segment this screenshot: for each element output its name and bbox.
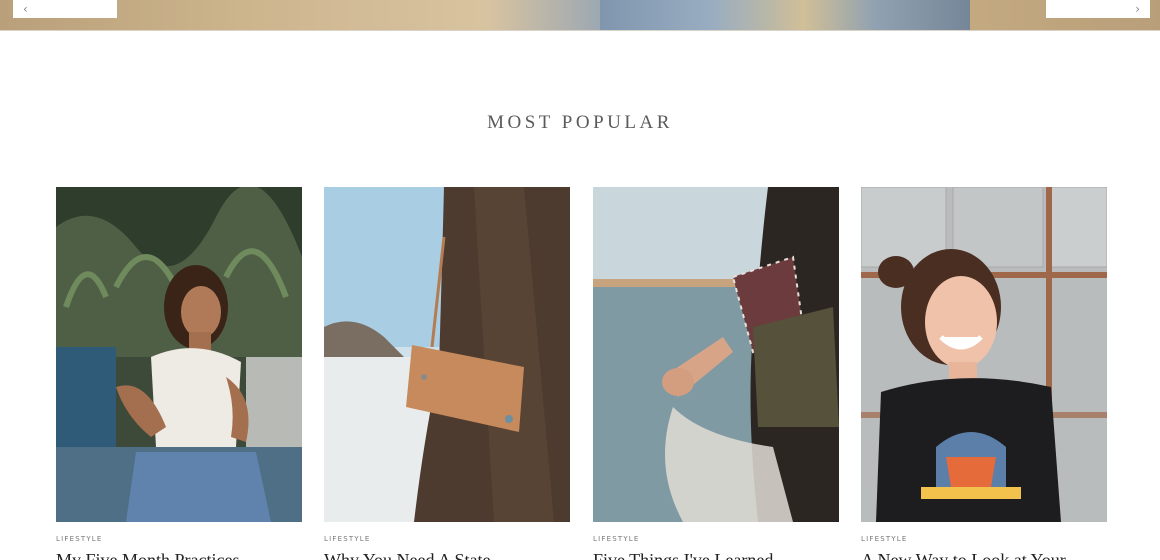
post-title[interactable]: Five Things I've Learned bbox=[593, 550, 839, 560]
slider-prev-button[interactable]: ‹ bbox=[13, 0, 117, 18]
hero-image bbox=[600, 0, 970, 30]
post-card[interactable]: LIFESTYLE Why You Need A State bbox=[324, 187, 570, 560]
post-title[interactable]: Why You Need A State bbox=[324, 550, 570, 560]
section-title: MOST POPULAR bbox=[487, 112, 673, 133]
post-card[interactable]: LIFESTYLE Five Things I've Learned bbox=[593, 187, 839, 560]
post-card[interactable]: LIFESTYLE A New Way to Look at Your bbox=[861, 187, 1107, 560]
page: ‹ › MOST POPULAR LIFESTYLE My Five Month… bbox=[0, 0, 1160, 560]
post-category[interactable]: LIFESTYLE bbox=[593, 535, 839, 543]
post-image[interactable] bbox=[593, 187, 839, 522]
post-title[interactable]: A New Way to Look at Your bbox=[861, 550, 1107, 560]
post-category[interactable]: LIFESTYLE bbox=[324, 535, 570, 543]
post-category[interactable]: LIFESTYLE bbox=[56, 535, 302, 543]
chevron-right-icon: › bbox=[1135, 2, 1140, 16]
post-image[interactable] bbox=[861, 187, 1107, 522]
hero-slider: ‹ › bbox=[0, 0, 1160, 31]
post-title[interactable]: My Five Month Practices bbox=[56, 550, 302, 560]
post-card[interactable]: LIFESTYLE My Five Month Practices bbox=[56, 187, 302, 560]
post-image[interactable] bbox=[324, 187, 570, 522]
slider-next-button[interactable]: › bbox=[1046, 0, 1150, 18]
post-category[interactable]: LIFESTYLE bbox=[861, 535, 1107, 543]
chevron-left-icon: ‹ bbox=[23, 2, 28, 16]
post-image[interactable] bbox=[56, 187, 302, 522]
